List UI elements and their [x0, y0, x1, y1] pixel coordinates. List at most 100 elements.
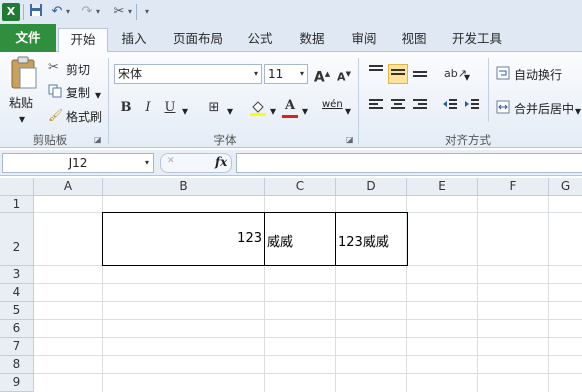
- phonetic-guide-button[interactable]: wén: [322, 99, 343, 110]
- formula-bar: J12 ▾ ✕ fx: [0, 150, 582, 176]
- align-left-icon[interactable]: [366, 98, 386, 118]
- fill-color-dropdown-icon[interactable]: ▾: [270, 104, 276, 118]
- column-header[interactable]: A: [34, 178, 103, 196]
- tab-insert[interactable]: 插入: [114, 28, 154, 52]
- customize-icon[interactable]: ▾: [138, 3, 156, 21]
- gridline: [34, 373, 582, 374]
- copy-button[interactable]: 复制: [66, 84, 90, 101]
- font-color-dropdown-icon[interactable]: ▾: [302, 104, 308, 118]
- underline-dropdown-icon[interactable]: ▾: [182, 104, 188, 118]
- name-box[interactable]: J12 ▾: [2, 153, 154, 173]
- tab-home[interactable]: 开始: [58, 28, 108, 53]
- cut-button[interactable]: 剪切: [66, 61, 90, 78]
- tab-page-layout[interactable]: 页面布局: [166, 28, 230, 52]
- cell-b2[interactable]: 123: [103, 231, 262, 246]
- tab-developer[interactable]: 开发工具: [444, 28, 510, 52]
- copy-dropdown-icon[interactable]: ▾: [95, 88, 101, 102]
- row-header[interactable]: 4: [0, 284, 34, 302]
- font-color-button[interactable]: A: [280, 96, 300, 118]
- format-painter-button[interactable]: 格式刷: [66, 108, 102, 125]
- tab-view[interactable]: 视图: [394, 28, 434, 52]
- column-header[interactable]: G: [549, 178, 582, 196]
- tab-formulas[interactable]: 公式: [240, 28, 280, 52]
- font-launcher-icon[interactable]: ◪: [346, 135, 354, 144]
- scissors-icon: ✂: [48, 60, 59, 75]
- cell-c2[interactable]: 威威: [267, 231, 293, 250]
- paste-button[interactable]: 粘贴: [9, 94, 33, 111]
- font-group-label: 字体: [213, 133, 237, 147]
- paste-icon[interactable]: [8, 56, 38, 92]
- gridline: [34, 337, 582, 338]
- column-header[interactable]: F: [478, 178, 549, 196]
- save-icon[interactable]: [27, 3, 45, 21]
- tab-review[interactable]: 审阅: [344, 28, 384, 52]
- font-size-select[interactable]: 11 ▾: [264, 64, 308, 84]
- align-middle-icon[interactable]: [388, 64, 408, 84]
- tab-file[interactable]: 文件: [0, 24, 56, 52]
- column-header[interactable]: B: [103, 178, 265, 196]
- wrap-text-icon: [496, 66, 510, 83]
- column-header[interactable]: D: [336, 178, 407, 196]
- row-header[interactable]: 6: [0, 320, 34, 338]
- clipboard-launcher-icon[interactable]: ◪: [94, 135, 102, 144]
- increase-indent-icon[interactable]: [462, 98, 482, 118]
- copy-icon: [48, 84, 62, 101]
- fill-color-icon[interactable]: [248, 98, 268, 118]
- row-header[interactable]: 3: [0, 266, 34, 284]
- phonetic-dropdown-icon[interactable]: ▾: [345, 104, 351, 118]
- border-icon[interactable]: ⊞: [204, 98, 224, 118]
- align-right-icon[interactable]: [410, 98, 430, 118]
- orientation-dropdown-icon[interactable]: ▾: [464, 70, 470, 84]
- column-header[interactable]: E: [407, 178, 478, 196]
- merge-center-button[interactable]: 合并后居中: [514, 100, 574, 117]
- border-dropdown-icon[interactable]: ▾: [227, 104, 233, 118]
- group-divider: [108, 58, 109, 144]
- row-header[interactable]: 9: [0, 374, 34, 392]
- merge-center-icon: [496, 100, 510, 117]
- tools-dropdown-icon[interactable]: ▾: [126, 3, 134, 21]
- row-header[interactable]: 2: [0, 213, 34, 266]
- wrap-text-button[interactable]: 自动换行: [514, 66, 562, 83]
- name-box-value: J12: [68, 156, 88, 170]
- decrease-indent-icon[interactable]: [440, 98, 460, 118]
- insert-function-icon[interactable]: fx: [215, 155, 227, 169]
- shrink-font-button[interactable]: A▼: [334, 64, 354, 84]
- excel-logo-icon[interactable]: X: [2, 3, 20, 21]
- alignment-group-label: 对齐方式: [445, 133, 491, 147]
- formula-controls: ✕ fx: [160, 153, 232, 173]
- row-header[interactable]: 1: [0, 196, 34, 213]
- worksheet-grid[interactable]: A B C D E F G 1 2 3 4 5 6 7 8 9 123 威威 1…: [0, 178, 582, 392]
- paste-dropdown-icon[interactable]: ▾: [19, 112, 25, 126]
- chevron-down-icon: ▾: [144, 158, 149, 167]
- align-bottom-icon[interactable]: [410, 64, 430, 84]
- column-header[interactable]: C: [265, 178, 336, 196]
- toolbar-divider: [136, 4, 137, 20]
- select-all-corner[interactable]: [0, 178, 34, 196]
- format-painter-icon: 🖌: [48, 108, 64, 122]
- row-header[interactable]: 7: [0, 338, 34, 356]
- align-center-icon[interactable]: [388, 98, 408, 118]
- ribbon: 粘贴 ▾ ✂ 剪切 复制 ▾ 🖌 格式刷 剪贴板 ◪ 宋体 ▾ 11 ▾ A▲ …: [0, 52, 582, 148]
- undo-dropdown-icon[interactable]: ▾: [64, 3, 72, 21]
- formula-input[interactable]: [236, 153, 582, 173]
- align-top-icon[interactable]: [366, 64, 386, 84]
- cell-border: [264, 212, 265, 266]
- tab-data[interactable]: 数据: [292, 28, 332, 52]
- grow-font-button[interactable]: A▲: [312, 64, 332, 86]
- orientation-icon[interactable]: ab↗: [444, 64, 467, 84]
- bold-button[interactable]: B: [116, 98, 136, 118]
- merge-dropdown-icon[interactable]: ▾: [575, 104, 581, 118]
- row-header[interactable]: 8: [0, 356, 34, 374]
- redo-dropdown-icon[interactable]: ▾: [94, 3, 102, 21]
- gridline: [34, 283, 582, 284]
- ribbon-tabs: 文件 开始 插入 页面布局 公式 数据 审阅 视图 开发工具: [0, 24, 582, 53]
- font-name-select[interactable]: 宋体 ▾: [114, 64, 262, 84]
- cell-d2[interactable]: 123威威: [338, 231, 389, 250]
- group-divider: [358, 58, 359, 144]
- row-header[interactable]: 5: [0, 302, 34, 320]
- italic-button[interactable]: I: [138, 98, 158, 118]
- chevron-down-icon: ▾: [253, 69, 258, 78]
- underline-button[interactable]: U: [160, 98, 180, 118]
- gridline: [34, 319, 582, 320]
- cell-border: [335, 212, 336, 266]
